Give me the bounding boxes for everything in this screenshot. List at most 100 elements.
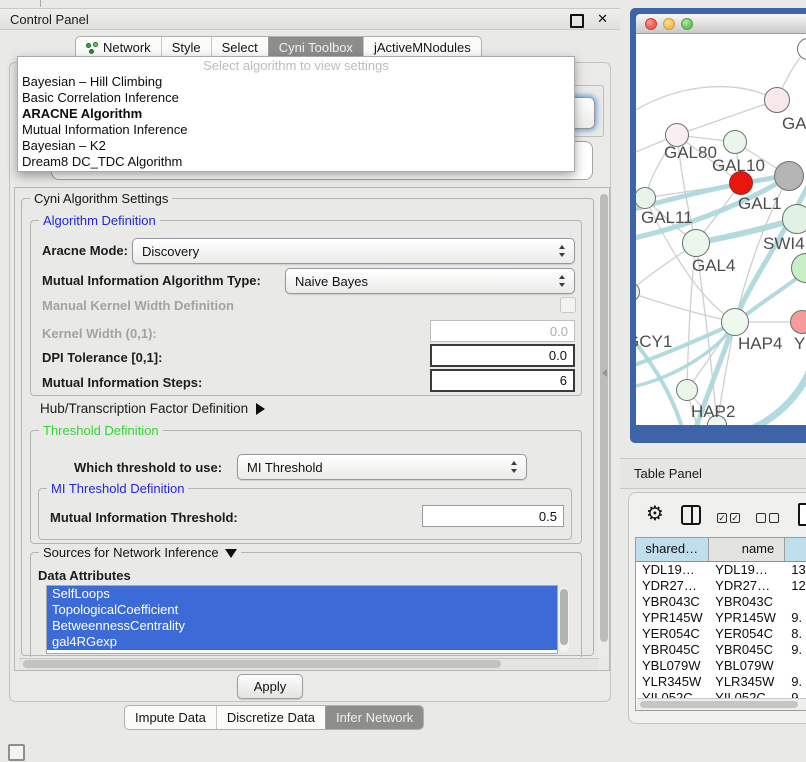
mi-steps-field[interactable]: 6 [430, 369, 575, 392]
network-window-titlebar[interactable] [636, 14, 806, 34]
mi-threshold-field[interactable]: 0.5 [422, 505, 564, 527]
table-cell: YPR145W [709, 610, 785, 626]
table-hscrollbar-track[interactable] [637, 698, 806, 710]
table-cell: 8. [785, 626, 806, 642]
table-toolbar: ⚙ ✓ ✓ [629, 493, 806, 537]
algorithm-option[interactable]: Dream8 DC_TDC Algorithm [18, 154, 574, 170]
group-title: MI Threshold Definition [47, 481, 188, 496]
checked-column-icon[interactable]: ✓ [730, 513, 740, 523]
network-node[interactable] [782, 204, 806, 234]
algorithm-option[interactable]: ARACNE Algorithm [18, 106, 574, 122]
apply-button[interactable]: Apply [237, 674, 303, 699]
table-hscrollbar-thumb[interactable] [640, 701, 798, 708]
dpi-tolerance-label: DPI Tolerance [0,1]: [42, 350, 162, 365]
minimized-panel-icon[interactable] [8, 744, 25, 761]
aracne-mode-label: Aracne Mode: [42, 243, 128, 258]
network-canvas[interactable]: GALGAL80GAL10GAL1GAL11GAL4SWI4GCY1HAP4YH… [636, 34, 806, 425]
table-cell: 13 [785, 562, 806, 578]
dpi-tolerance-field[interactable]: 0.0 [430, 344, 575, 367]
table-row[interactable]: YBR043CYBR043C [636, 594, 806, 610]
list-scrollbar-thumb[interactable] [560, 589, 568, 645]
algorithm-option[interactable]: Basic Correlation Inference [18, 90, 574, 106]
table-panel-title: Table Panel [634, 466, 702, 481]
table-cell [785, 594, 806, 610]
sources-title-label: Sources for Network Inference [43, 545, 219, 560]
network-view-window: GALGAL80GAL10GAL1GAL11GAL4SWI4GCY1HAP4YH… [630, 8, 806, 443]
aracne-mode-value: Discovery [142, 244, 199, 259]
table-row[interactable]: YBR045CYBR045C9. [636, 642, 806, 658]
attribute-list-item[interactable]: BetweennessCentrality [47, 618, 557, 634]
close-traffic-light-icon[interactable] [645, 18, 657, 30]
algorithm-option[interactable]: Bayesian – K2 [18, 138, 574, 154]
table-row[interactable]: YBL079WYBL079W [636, 658, 806, 674]
node-table[interactable]: shared…name YDL19…YDL19…13YDR27…YDR27…12… [635, 537, 806, 711]
table-cell: YLR345W [709, 674, 785, 690]
manual-kernel-checkbox[interactable] [560, 297, 576, 313]
network-node[interactable] [676, 379, 698, 401]
network-node[interactable] [682, 229, 710, 257]
group-title: Threshold Definition [39, 423, 163, 438]
float-icon[interactable] [570, 14, 584, 28]
node-label: GAL1 [738, 194, 781, 214]
algorithm-option[interactable]: Mutual Information Inference [18, 122, 574, 138]
settings-vscrollbar-thumb[interactable] [600, 194, 608, 642]
column-header[interactable]: name [709, 538, 785, 561]
node-label: GAL [782, 114, 806, 134]
checked-column-icon[interactable]: ✓ [717, 513, 727, 523]
attribute-list-item[interactable]: SelfLoops [47, 586, 557, 602]
table-header-row: shared…name [636, 538, 806, 562]
which-threshold-value: MI Threshold [247, 460, 323, 475]
table-cell: YLR345W [636, 674, 709, 690]
aracne-mode-select[interactable]: Discovery [132, 238, 575, 264]
close-icon[interactable]: ✕ [597, 11, 608, 27]
table-cell: YER054C [709, 626, 785, 642]
network-node[interactable] [774, 161, 804, 191]
table-cell: YDL19… [709, 562, 785, 578]
node-label: GAL11 [641, 208, 693, 228]
table-body: YDL19…YDL19…13YDR27…YDR27…12YBR043CYBR04… [636, 562, 806, 706]
data-attributes-list[interactable]: SelfLoopsTopologicalCoefficientBetweenne… [46, 585, 558, 654]
gear-icon[interactable]: ⚙ [646, 501, 664, 526]
group-title: Cyni Algorithm Settings [30, 191, 172, 206]
hub-definition-toggle[interactable]: Hub/Transcription Factor Definition [40, 401, 265, 416]
mi-type-select[interactable]: Naive Bayes [285, 268, 575, 294]
network-node[interactable] [723, 130, 747, 154]
table-cell: YDR27… [709, 578, 785, 594]
table-row[interactable]: YLR345WYLR345W9. [636, 674, 806, 690]
table-cell [785, 658, 806, 674]
column-header[interactable]: shared… [636, 538, 709, 561]
table-panel: ⚙ ✓ ✓ shared…name YDL19…YDL19…13YDR27…YD… [628, 492, 806, 724]
table-row[interactable]: YPR145WYPR145W9. [636, 610, 806, 626]
tab-impute-data[interactable]: Impute Data [125, 706, 216, 729]
splitter-collapse-icon[interactable] [602, 369, 607, 377]
kernel-width-field[interactable]: 0.0 [430, 320, 575, 342]
table-cell: YDL19… [636, 562, 709, 578]
network-node[interactable] [721, 308, 749, 336]
tab-discretize-data[interactable]: Discretize Data [216, 706, 325, 729]
unchecked-column-icon[interactable] [756, 513, 766, 523]
network-node[interactable] [764, 87, 790, 113]
minimize-traffic-light-icon[interactable] [663, 18, 675, 30]
table-row[interactable]: YDR27…YDR27…12 [636, 578, 806, 594]
table-row[interactable]: YDL19…YDL19…13 [636, 562, 806, 578]
column-header[interactable] [785, 538, 806, 561]
hub-definition-label: Hub/Transcription Factor Definition [40, 401, 248, 416]
sources-group-title[interactable]: Sources for Network Inference [39, 545, 241, 560]
table-panel-titlebar: Table Panel [620, 458, 806, 489]
table-row[interactable]: YER054CYER054C8. [636, 626, 806, 642]
settings-hscrollbar-thumb[interactable] [23, 660, 501, 668]
algorithm-option[interactable]: Bayesian – Hill Climbing [18, 74, 574, 90]
attribute-list-item[interactable]: TopologicalCoefficient [47, 602, 557, 618]
table-cell: 9. [785, 610, 806, 626]
node-label: Y [794, 334, 805, 354]
which-threshold-select[interactable]: MI Threshold [237, 454, 527, 480]
algorithm-dropdown-popup: Select algorithm to view settings Bayesi… [17, 56, 575, 172]
group-title: Algorithm Definition [39, 213, 160, 228]
attribute-list-item[interactable]: gal4RGexp [47, 634, 557, 650]
tab-infer-network[interactable]: Infer Network [325, 706, 423, 729]
zoom-traffic-light-icon[interactable] [681, 18, 693, 30]
columns-icon[interactable] [681, 505, 701, 525]
unchecked-column-icon[interactable] [769, 513, 779, 523]
table-cell: YDR27… [636, 578, 709, 594]
document-icon[interactable] [798, 503, 806, 526]
